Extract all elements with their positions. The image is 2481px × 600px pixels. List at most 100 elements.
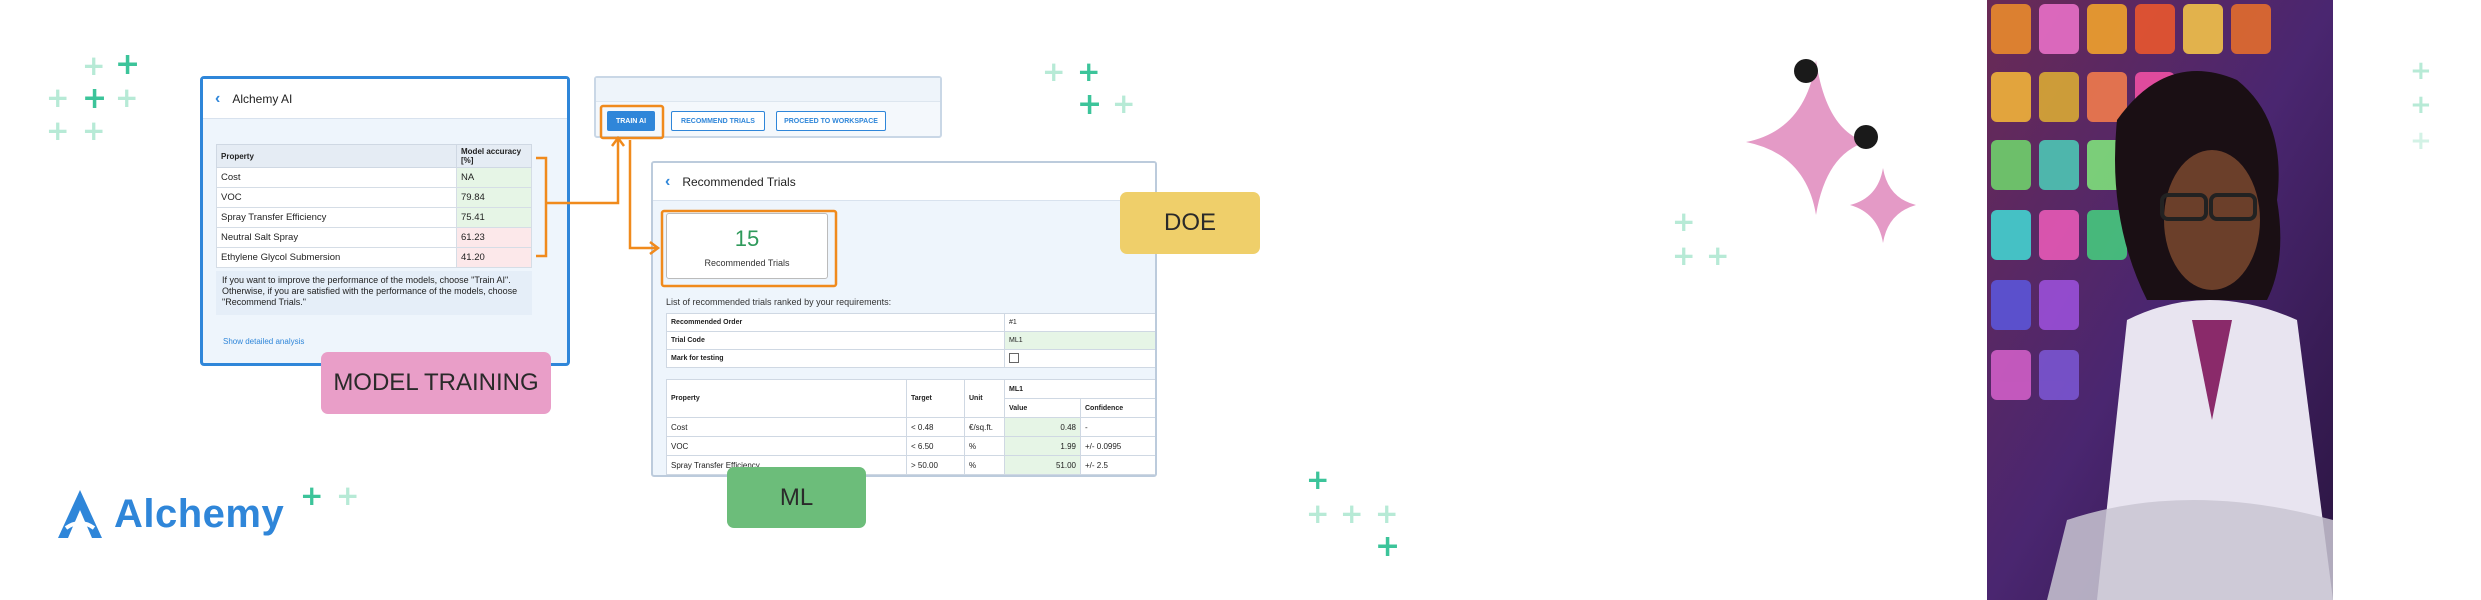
- meta-key: Mark for testing: [666, 349, 1005, 368]
- recommended-trials-card: 15 Recommended Trials: [666, 213, 828, 279]
- plus-icon: +: [1706, 239, 1730, 272]
- scientist-photo: [1987, 0, 2333, 600]
- property-cell: Neutral Salt Spray: [216, 227, 457, 248]
- unit-cell: %: [964, 436, 1005, 456]
- panel-title: Recommended Trials: [682, 174, 796, 189]
- table-row: Cost < 0.48 €/sq.ft. 0.48 -: [666, 417, 1155, 437]
- toolbar-top-bar: [596, 78, 940, 102]
- plus-icon: +: [115, 81, 139, 114]
- action-toolbar: TRAIN AI RECOMMEND TRIALS PROCEED TO WOR…: [594, 76, 942, 138]
- table-row: Ethylene Glycol Submersion 41.20: [216, 247, 532, 268]
- chevron-left-icon[interactable]: ‹: [215, 90, 220, 108]
- property-cell: Spray Transfer Efficiency: [216, 207, 457, 228]
- table-row: Mark for testing: [666, 349, 1155, 368]
- value-cell: 51.00: [1004, 455, 1081, 475]
- target-cell: < 0.48: [906, 417, 965, 437]
- train-ai-button[interactable]: TRAIN AI: [607, 111, 655, 131]
- table-row: Neutral Salt Spray 61.23: [216, 227, 532, 248]
- recommend-trials-button[interactable]: RECOMMEND TRIALS: [671, 111, 765, 131]
- trial-meta-table: Recommended Order #1 Trial Code ML1 Mark…: [666, 313, 1155, 368]
- doe-tag: DOE: [1120, 192, 1260, 254]
- trial-code-value: ML1: [1004, 331, 1155, 350]
- ml-tag: ML: [727, 467, 866, 528]
- meta-key: Recommended Order: [666, 313, 1005, 332]
- plus-icon: +: [1077, 87, 1103, 122]
- plus-icon: +: [115, 47, 141, 82]
- panel-header: ‹ Recommended Trials: [653, 163, 1155, 201]
- column-header: Property: [666, 379, 907, 418]
- confidence-cell: +/- 0.0995: [1080, 436, 1155, 456]
- accuracy-cell: NA: [456, 167, 532, 188]
- property-cell: Cost: [666, 417, 907, 437]
- plus-icon: +: [1042, 55, 1066, 88]
- plus-icon: +: [82, 49, 106, 82]
- plus-icon: +: [2410, 56, 2432, 86]
- trial-count: 15: [734, 226, 760, 251]
- banner: + + + + + + + + + + + + + + + + + + + + …: [0, 0, 2481, 600]
- proceed-to-workspace-button[interactable]: PROCEED TO WORKSPACE: [776, 111, 886, 131]
- model-accuracy-table: Property Model accuracy [%] Cost NA VOC …: [216, 144, 532, 268]
- plus-icon: +: [46, 81, 70, 114]
- plus-icon: +: [1077, 55, 1101, 88]
- accuracy-cell: 75.41: [456, 207, 532, 228]
- unit-cell: %: [964, 455, 1005, 475]
- model-accuracy-panel: ‹ Alchemy AI Property Model accuracy [%]…: [200, 76, 570, 366]
- meta-key: Trial Code: [666, 331, 1005, 350]
- target-cell: < 6.50: [906, 436, 965, 456]
- trial-properties-table: Property Target Unit ML1 Value Confidenc…: [666, 379, 1155, 475]
- alchemy-a-logo-icon: [58, 490, 102, 538]
- property-cell: VOC: [216, 187, 457, 208]
- instruction-note: If you want to improve the performance o…: [216, 271, 532, 315]
- plus-icon: +: [1375, 497, 1399, 530]
- plus-icon: +: [82, 81, 108, 116]
- value-cell: 0.48: [1004, 417, 1081, 437]
- panel-header: ‹ Alchemy AI: [203, 79, 567, 119]
- plus-icon: +: [336, 479, 360, 512]
- table-row: VOC < 6.50 % 1.99 +/- 0.0995: [666, 436, 1155, 456]
- chevron-left-icon[interactable]: ‹: [665, 173, 670, 191]
- confidence-cell: -: [1080, 417, 1155, 437]
- scientist-illustration: [1987, 0, 2333, 600]
- mark-for-testing-checkbox[interactable]: [1009, 352, 1019, 363]
- plus-icon: +: [2410, 90, 2432, 120]
- value-cell: 1.99: [1004, 436, 1081, 456]
- column-header: Model accuracy [%]: [456, 144, 532, 168]
- property-cell: Cost: [216, 167, 457, 188]
- meta-value: #1: [1004, 313, 1155, 332]
- alchemy-logo: Alchemy: [56, 488, 284, 540]
- column-header: Property: [216, 144, 457, 168]
- property-cell: VOC: [666, 436, 907, 456]
- target-cell: > 50.00: [906, 455, 965, 475]
- column-header: Target: [906, 379, 965, 418]
- column-header: Unit: [964, 379, 1005, 418]
- confidence-cell: +/- 2.5: [1080, 455, 1155, 475]
- column-header: Confidence: [1080, 398, 1155, 418]
- show-detailed-analysis-link[interactable]: Show detailed analysis: [223, 337, 304, 346]
- plus-icon: +: [1672, 239, 1696, 272]
- plus-icon: +: [1112, 87, 1136, 120]
- panel-title: Alchemy AI: [232, 91, 293, 106]
- plus-icon: +: [300, 479, 324, 512]
- recommended-trials-panel: ‹ Recommended Trials 15 Recommended Tria…: [651, 161, 1157, 477]
- list-description: List of recommended trials ranked by you…: [666, 297, 892, 307]
- column-header: ML1: [1004, 379, 1155, 399]
- table-row: Spray Transfer Efficiency 75.41: [216, 207, 532, 228]
- accuracy-cell: 79.84: [456, 187, 532, 208]
- table-row: Cost NA: [216, 167, 532, 188]
- sparkle-star-icon: [1746, 59, 1916, 243]
- column-header: Value: [1004, 398, 1081, 418]
- accuracy-cell: 61.23: [456, 227, 532, 248]
- table-row: Recommended Order #1: [666, 313, 1155, 332]
- table-row: Trial Code ML1: [666, 331, 1155, 350]
- property-cell: Ethylene Glycol Submersion: [216, 247, 457, 268]
- brand-wordmark: Alchemy: [114, 491, 285, 536]
- plus-icon: +: [1672, 205, 1696, 238]
- accuracy-cell: 41.20: [456, 247, 532, 268]
- model-training-tag: MODEL TRAINING: [321, 352, 551, 414]
- plus-icon: +: [1375, 529, 1401, 564]
- trial-count-label: Recommended Trials: [704, 258, 790, 268]
- plus-icon: +: [1306, 463, 1330, 496]
- plus-icon: +: [1340, 497, 1364, 530]
- plus-icon: +: [1306, 497, 1330, 530]
- unit-cell: €/sq.ft.: [964, 417, 1005, 437]
